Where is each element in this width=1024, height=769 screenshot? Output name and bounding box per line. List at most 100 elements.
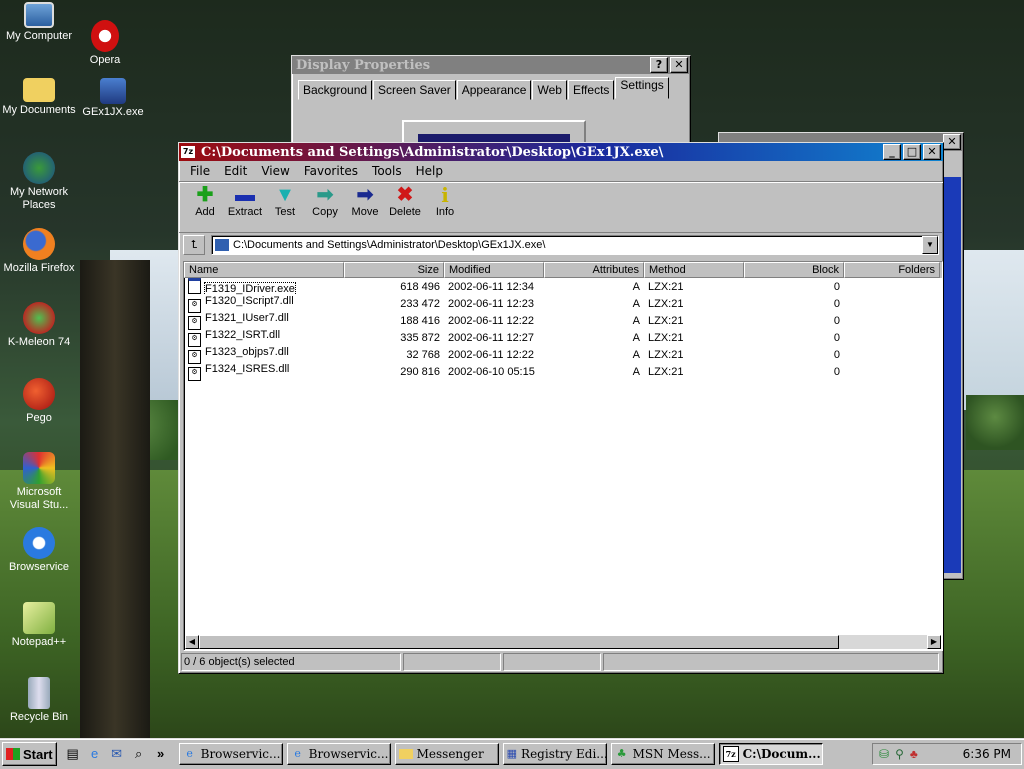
column-block[interactable]: Block: [744, 262, 844, 278]
table-row[interactable]: ⚙ F1320_IScript7.dll 233 472 2002-06-11 1…: [184, 295, 942, 313]
chevron-more-icon[interactable]: »: [153, 746, 169, 762]
status-panel-2: [403, 653, 501, 671]
registry-icon: ▦: [506, 747, 518, 760]
copy-icon: ➡: [316, 184, 334, 206]
desktop-icon-opera[interactable]: Opera: [66, 20, 144, 67]
test-button[interactable]: ▼ Test: [265, 184, 305, 230]
outlook-icon[interactable]: ✉: [109, 746, 125, 762]
table-row[interactable]: F1319_IDriver.exe 618 496 2002-06-11 12:…: [184, 278, 942, 295]
desktop-icon-my-documents[interactable]: My Documents: [0, 78, 78, 117]
display-properties-tabs: Background Screen Saver Appearance Web E…: [292, 74, 690, 100]
desktop-icon-browservice[interactable]: Browservice: [0, 527, 78, 574]
address-bar: ⮤ C:\Documents and Settings\Administrato…: [179, 233, 943, 257]
recycle-bin-icon: [28, 677, 50, 709]
taskbar: Start ▤ e ✉ ⌕ » e Browservic... e Browserv…: [0, 738, 1024, 769]
close-button[interactable]: ✕: [923, 144, 941, 160]
tab-effects[interactable]: Effects: [567, 80, 615, 100]
help-button[interactable]: ?: [650, 57, 668, 73]
minimize-button[interactable]: _: [883, 144, 901, 160]
info-icon: i: [441, 183, 449, 207]
tab-appearance[interactable]: Appearance: [456, 80, 532, 100]
scroll-left-icon[interactable]: ◀: [185, 635, 199, 649]
column-method[interactable]: Method: [644, 262, 744, 278]
menu-file[interactable]: File: [183, 164, 217, 178]
info-button[interactable]: i Info: [425, 184, 465, 230]
menu-view[interactable]: View: [254, 164, 296, 178]
column-name[interactable]: Name: [184, 262, 344, 278]
search-tray-icon[interactable]: ⚲: [895, 747, 904, 761]
chevron-down-icon[interactable]: ▼: [922, 236, 938, 254]
table-row[interactable]: ⚙ F1323_objps7.dll 32 768 2002-06-11 12:2…: [184, 346, 942, 364]
taskbar-task-registry-editor[interactable]: ▦ Registry Edi...: [502, 743, 607, 765]
archive-manager-titlebar[interactable]: 7z C:\Documents and Settings\Administrat…: [179, 143, 943, 161]
archive-manager-window[interactable]: 7z C:\Documents and Settings\Administrat…: [178, 142, 944, 674]
taskbar-task-msn-messenger[interactable]: ♣ MSN Mess...: [610, 743, 715, 765]
delete-button[interactable]: ✖ Delete: [385, 184, 425, 230]
taskbar-task-messenger[interactable]: Messenger: [394, 743, 499, 765]
dll-file-icon: ⚙: [188, 349, 201, 364]
clock[interactable]: 6:36 PM: [963, 747, 1011, 761]
taskbar-task-archive-manager[interactable]: 7z C:\Docum...: [718, 743, 823, 765]
table-row[interactable]: ⚙ F1322_ISRT.dll 335 872 2002-06-11 12:27…: [184, 329, 942, 347]
wallpaper-sky-right: [962, 250, 1024, 410]
file-name: F1321_IUser7.dll: [205, 311, 289, 324]
desktop-icon-pego[interactable]: Pego: [0, 378, 78, 425]
display-properties-titlebar[interactable]: Display Properties ? ✕: [292, 56, 690, 74]
computer-icon: [24, 2, 54, 28]
menu-favorites[interactable]: Favorites: [297, 164, 365, 178]
menu-help[interactable]: Help: [409, 164, 450, 178]
quick-launch: ▤ e ✉ ⌕ »: [65, 746, 175, 762]
column-size[interactable]: Size: [344, 262, 444, 278]
column-attributes[interactable]: Attributes: [544, 262, 644, 278]
menu-bar: File Edit View Favorites Tools Help: [179, 161, 943, 181]
wallpaper-tree-trunk: [80, 260, 150, 750]
table-row[interactable]: ⚙ F1321_IUser7.dll 188 416 2002-06-11 12:…: [184, 311, 942, 330]
scroll-right-icon[interactable]: ▶: [927, 635, 941, 649]
start-button[interactable]: Start: [2, 742, 57, 766]
desktop-icon-notepadpp[interactable]: Notepad++: [0, 602, 78, 649]
copy-button[interactable]: ➡ Copy: [305, 184, 345, 230]
extract-button[interactable]: ▬ Extract: [225, 184, 265, 230]
taskbar-task-browservice-2[interactable]: e Browservic...: [286, 743, 391, 765]
scrollbar-thumb[interactable]: [199, 635, 839, 649]
7z-app-icon: 7z: [181, 146, 195, 158]
add-button[interactable]: ✚ Add: [185, 184, 225, 230]
close-button[interactable]: ✕: [670, 57, 688, 73]
close-button[interactable]: ✕: [943, 134, 961, 150]
status-panel-4: [603, 653, 939, 671]
ie-icon[interactable]: e: [87, 746, 103, 762]
tab-web[interactable]: Web: [532, 80, 567, 100]
menu-tools[interactable]: Tools: [365, 164, 409, 178]
file-list[interactable]: Name Size Modified Attributes Method Blo…: [183, 261, 943, 651]
menu-edit[interactable]: Edit: [217, 164, 254, 178]
tab-background[interactable]: Background: [298, 80, 373, 100]
address-combo[interactable]: C:\Documents and Settings\Administrator\…: [211, 235, 939, 255]
desktop-icon-recycle-bin[interactable]: Recycle Bin: [0, 677, 78, 724]
column-modified[interactable]: Modified: [444, 262, 544, 278]
network-tray-icon[interactable]: ⛁: [879, 747, 889, 761]
folder-up-icon: ⮤: [190, 239, 198, 251]
horizontal-scrollbar[interactable]: ◀ ▶: [185, 635, 941, 649]
windows-logo-icon: [6, 748, 20, 760]
msn-tray-icon[interactable]: ♣: [910, 747, 918, 761]
taskbar-task-browservice-1[interactable]: e Browservic...: [178, 743, 283, 765]
tab-screen-saver[interactable]: Screen Saver: [373, 80, 456, 100]
address-input[interactable]: C:\Documents and Settings\Administrator\…: [229, 239, 922, 251]
move-icon: ➡: [356, 184, 374, 206]
system-tray: ⛁ ⚲ ♣ 6:36 PM: [872, 743, 1022, 765]
desktop-icon-firefox[interactable]: Mozilla Firefox: [0, 228, 78, 275]
test-icon: ▼: [275, 184, 295, 206]
desktop-icon-network-places[interactable]: My Network Places: [0, 152, 78, 212]
move-button[interactable]: ➡ Move: [345, 184, 385, 230]
desktop-icon-visual-studio[interactable]: Microsoft Visual Stu...: [0, 452, 78, 512]
tab-settings[interactable]: Settings: [615, 77, 669, 99]
status-bar: 0 / 6 object(s) selected: [181, 653, 941, 671]
desktop-icon-gex1jx[interactable]: GEx1JX.exe: [74, 78, 152, 119]
column-folders[interactable]: Folders: [844, 262, 940, 278]
search-icon[interactable]: ⌕: [131, 746, 147, 762]
folder-up-button[interactable]: ⮤: [183, 235, 205, 255]
desktop-icon-kmeleon[interactable]: K-Meleon 74: [0, 302, 78, 349]
table-row[interactable]: ⚙ F1324_ISRES.dll 290 816 2002-06-10 05:1…: [184, 363, 942, 381]
maximize-button[interactable]: □: [903, 144, 921, 160]
show-desktop-icon[interactable]: ▤: [65, 746, 81, 762]
